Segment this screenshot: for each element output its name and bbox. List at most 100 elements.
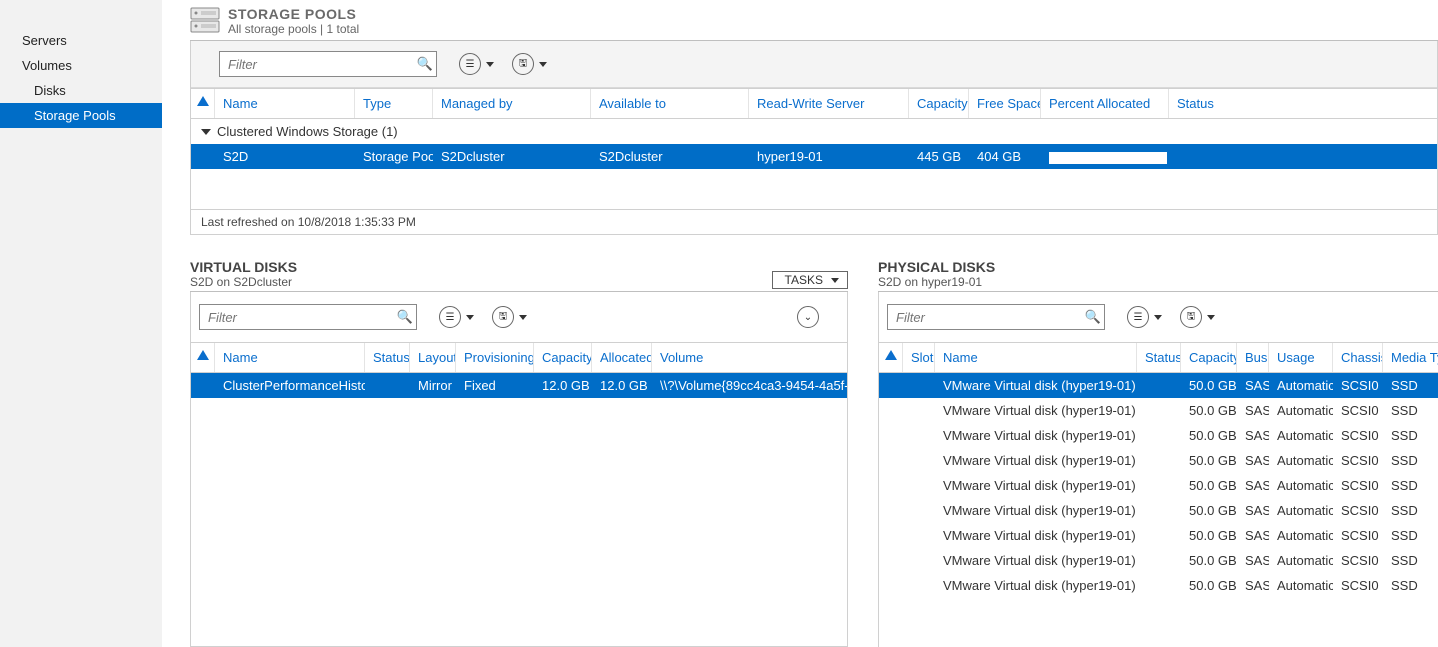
col-rw[interactable]: Read-Write Server [749,89,909,118]
pdisk-row[interactable]: VMware Virtual disk (hyper19-01)50.0 GBS… [879,473,1438,498]
search-icon[interactable]: 🔍 [394,309,416,325]
pdisk-bus: SAS [1237,501,1269,520]
col-type[interactable]: Type [355,89,433,118]
pdisk-media: SSD [1383,401,1438,420]
pool-percent [1041,147,1169,166]
pdisk-row[interactable]: VMware Virtual disk (hyper19-01)50.0 GBS… [879,373,1438,398]
pdisk-capacity: 50.0 GB [1181,551,1237,570]
tasks-label: TASKS [785,273,823,287]
pdisk-chassis: SCSI0 [1333,576,1383,595]
status-icon-col[interactable] [191,343,215,372]
pdisk-row[interactable]: VMware Virtual disk (hyper19-01)50.0 GBS… [879,423,1438,448]
save-button[interactable]: 🖫 [1180,306,1202,328]
pdisk-chassis: SCSI0 [1333,401,1383,420]
col-allocated[interactable]: Allocated [592,343,652,372]
pool-name: S2D [215,147,355,166]
pools-filter[interactable]: 🔍 [219,51,437,77]
col-name[interactable]: Name [935,343,1137,372]
vdisks-filter[interactable]: 🔍 [199,304,417,330]
pdisk-row[interactable]: VMware Virtual disk (hyper19-01)50.0 GBS… [879,448,1438,473]
panel-title: STORAGE POOLS [228,6,359,22]
pdisk-usage: Automatic [1269,476,1333,495]
pdisk-usage: Automatic [1269,451,1333,470]
pdisk-row[interactable]: VMware Virtual disk (hyper19-01)50.0 GBS… [879,548,1438,573]
pdisk-row[interactable]: VMware Virtual disk (hyper19-01)50.0 GBS… [879,523,1438,548]
pdisk-bus: SAS [1237,526,1269,545]
pdisk-name: VMware Virtual disk (hyper19-01) [935,476,1137,495]
col-status[interactable]: Status [1137,343,1181,372]
collapse-icon[interactable] [201,129,211,135]
pdisk-capacity: 50.0 GB [1181,376,1237,395]
search-icon[interactable]: 🔍 [1082,309,1104,325]
chevron-down-icon[interactable] [1154,315,1162,320]
chevron-down-icon[interactable] [466,315,474,320]
pdisk-usage: Automatic [1269,526,1333,545]
pdisk-media: SSD [1383,376,1438,395]
col-chassis[interactable]: Chassis [1333,343,1383,372]
search-icon[interactable]: 🔍 [414,56,436,72]
chevron-down-icon[interactable] [519,315,527,320]
pdisk-row[interactable]: VMware Virtual disk (hyper19-01)50.0 GBS… [879,498,1438,523]
chevron-down-icon[interactable] [539,62,547,67]
vdisks-title: VIRTUAL DISKS [190,259,297,275]
col-free[interactable]: Free Space [969,89,1041,118]
sidebar-item-disks[interactable]: Disks [0,78,162,103]
pdisk-usage: Automatic [1269,376,1333,395]
group-row[interactable]: Clustered Windows Storage (1) [191,119,1437,144]
col-slot[interactable]: Slot [903,343,935,372]
col-capacity[interactable]: Capacity [1181,343,1237,372]
col-available[interactable]: Available to [591,89,749,118]
pdisk-row[interactable]: VMware Virtual disk (hyper19-01) 50.0 GB S… [879,398,1438,423]
col-percent[interactable]: Percent Allocated [1041,89,1169,118]
status-icon-col[interactable] [191,89,215,118]
vdisks-subtitle: S2D on S2Dcluster [190,275,297,289]
col-capacity[interactable]: Capacity [534,343,592,372]
pool-managed: S2Dcluster [433,147,591,166]
pdisks-title: PHYSICAL DISKS [878,259,995,275]
chevron-down-icon[interactable] [1207,315,1215,320]
col-prov[interactable]: Provisioning [456,343,534,372]
col-status[interactable]: Status [365,343,410,372]
pdisk-row[interactable]: VMware Virtual disk (hyper19-01)50.0 GBS… [879,573,1438,598]
pool-row[interactable]: S2D Storage Pool S2Dcluster S2Dcluster h… [191,144,1437,169]
view-options-button[interactable]: ☰ [1127,306,1149,328]
col-name[interactable]: Name [215,89,355,118]
sidebar-item-servers[interactable]: Servers [0,28,162,53]
vdisk-prov: Fixed [456,376,534,395]
expand-button[interactable]: ⌄ [797,306,819,328]
pdisk-name: VMware Virtual disk (hyper19-01) [935,401,1137,420]
view-options-button[interactable]: ☰ [439,306,461,328]
sidebar-item-storage-pools[interactable]: Storage Pools [0,103,162,128]
col-media[interactable]: Media Ty [1383,343,1438,372]
view-options-button[interactable]: ☰ [459,53,481,75]
col-capacity[interactable]: Capacity [909,89,969,118]
col-volume[interactable]: Volume [652,343,847,372]
col-layout[interactable]: Layout [410,343,456,372]
pdisk-chassis: SCSI0 [1333,426,1383,445]
pdisks-filter[interactable]: 🔍 [887,304,1105,330]
status-icon-col[interactable] [879,343,903,372]
pdisk-usage: Automatic [1269,426,1333,445]
vdisk-allocated: 12.0 GB [592,376,652,395]
sidebar-item-volumes[interactable]: Volumes [0,53,162,78]
col-status[interactable]: Status [1169,89,1437,118]
col-bus[interactable]: Bus [1237,343,1269,372]
vdisks-tasks-button[interactable]: TASKS [772,271,848,289]
vdisks-filter-input[interactable] [200,310,394,325]
save-button[interactable]: 🖫 [512,53,534,75]
vdisk-row[interactable]: ClusterPerformanceHistory Mirror Fixed 1… [191,373,847,398]
chevron-down-icon[interactable] [486,62,494,67]
pdisk-media: SSD [1383,501,1438,520]
col-managed[interactable]: Managed by [433,89,591,118]
pdisks-filter-input[interactable] [888,310,1082,325]
pdisk-capacity: 50.0 GB [1181,401,1237,420]
pdisk-media: SSD [1383,551,1438,570]
col-name[interactable]: Name [215,343,365,372]
vdisk-capacity: 12.0 GB [534,376,592,395]
col-usage[interactable]: Usage [1269,343,1333,372]
pdisk-usage: Automatic [1269,576,1333,595]
pdisk-chassis: SCSI0 [1333,476,1383,495]
pdisk-bus: SAS [1237,576,1269,595]
pools-filter-input[interactable] [220,57,414,72]
save-button[interactable]: 🖫 [492,306,514,328]
